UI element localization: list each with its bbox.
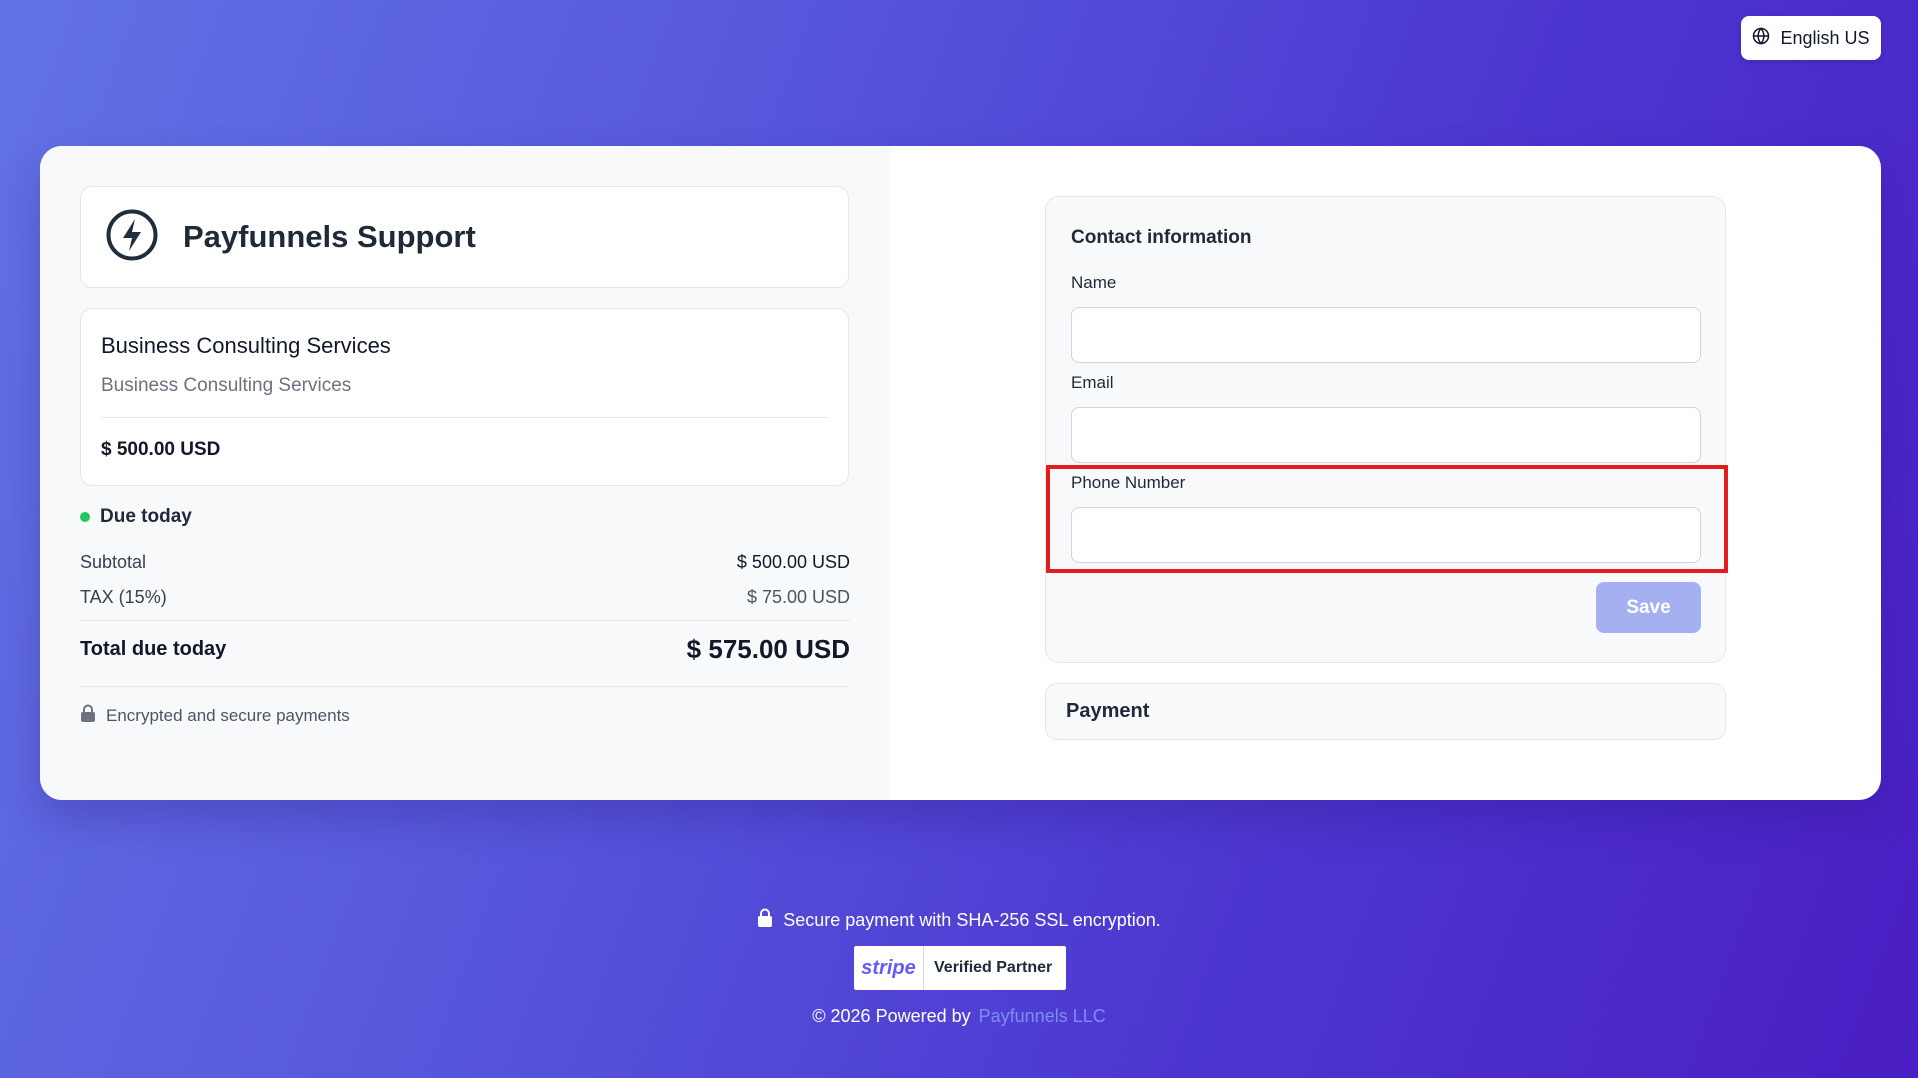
- product-name: Business Consulting Services: [101, 333, 391, 358]
- save-button[interactable]: Save: [1596, 582, 1701, 633]
- brand-title: Payfunnels Support: [183, 219, 476, 254]
- globe-icon: [1752, 26, 1770, 50]
- tax-row: TAX (15%) $ 75.00 USD: [80, 587, 850, 608]
- total-label: Total due today: [80, 638, 227, 660]
- total-row: Total due today $ 575.00 USD: [80, 634, 850, 665]
- secure-payments-note: Encrypted and secure payments: [80, 704, 350, 727]
- stripe-logo: stripe: [854, 946, 924, 990]
- stripe-verified-badge: stripe Verified Partner: [854, 946, 1066, 990]
- subtotal-row: Subtotal $ 500.00 USD: [80, 552, 850, 573]
- product-price: $ 500.00 USD: [101, 439, 221, 460]
- divider: [101, 417, 828, 418]
- product-description: Business Consulting Services: [101, 375, 352, 396]
- divider: [80, 620, 850, 621]
- company-link[interactable]: Payfunnels LLC: [979, 1006, 1106, 1027]
- language-label: English US: [1780, 27, 1870, 48]
- status-dot: [80, 512, 90, 522]
- name-field[interactable]: [1071, 307, 1701, 363]
- copyright: © 2026 Powered by Payfunnels LLC: [0, 1006, 1918, 1027]
- divider: [80, 686, 850, 687]
- email-label: Email: [1071, 373, 1114, 392]
- phone-number-label: Phone Number: [1071, 473, 1186, 492]
- due-today-label: Due today: [100, 506, 192, 527]
- tax-value: $ 75.00 USD: [746, 587, 850, 607]
- checkout-card: Payfunnels Support Business Consulting S…: [40, 146, 1881, 800]
- lightning-bolt-icon: [105, 208, 159, 267]
- payment-section[interactable]: Payment: [1045, 683, 1726, 740]
- phone-number-field[interactable]: [1071, 507, 1701, 563]
- subtotal-value: $ 500.00 USD: [736, 552, 850, 572]
- contact-information-section: Contact information Name Email Phone Num…: [1045, 196, 1726, 663]
- email-field[interactable]: [1071, 407, 1701, 463]
- name-label: Name: [1071, 273, 1117, 292]
- lock-icon: [757, 908, 773, 932]
- contact-title: Contact information: [1071, 227, 1252, 248]
- product-card: Business Consulting Services Business Co…: [80, 308, 849, 486]
- language-selector-button[interactable]: English US: [1741, 16, 1881, 60]
- order-summary-pane: Payfunnels Support Business Consulting S…: [40, 146, 889, 800]
- secure-note-text: Encrypted and secure payments: [106, 705, 350, 725]
- brand-header: Payfunnels Support: [80, 186, 849, 288]
- lock-icon: [80, 704, 96, 727]
- due-today-row: Due today: [80, 506, 192, 528]
- stripe-badge-text: Verified Partner: [934, 959, 1053, 976]
- total-value: $ 575.00 USD: [686, 634, 850, 664]
- payment-title: Payment: [1066, 700, 1150, 722]
- copyright-text: © 2026 Powered by: [812, 1006, 971, 1026]
- footer-secure-text: Secure payment with SHA-256 SSL encrypti…: [783, 909, 1161, 930]
- tax-label: TAX (15%): [80, 587, 167, 607]
- footer-secure-note: Secure payment with SHA-256 SSL encrypti…: [0, 908, 1918, 932]
- subtotal-label: Subtotal: [80, 552, 147, 572]
